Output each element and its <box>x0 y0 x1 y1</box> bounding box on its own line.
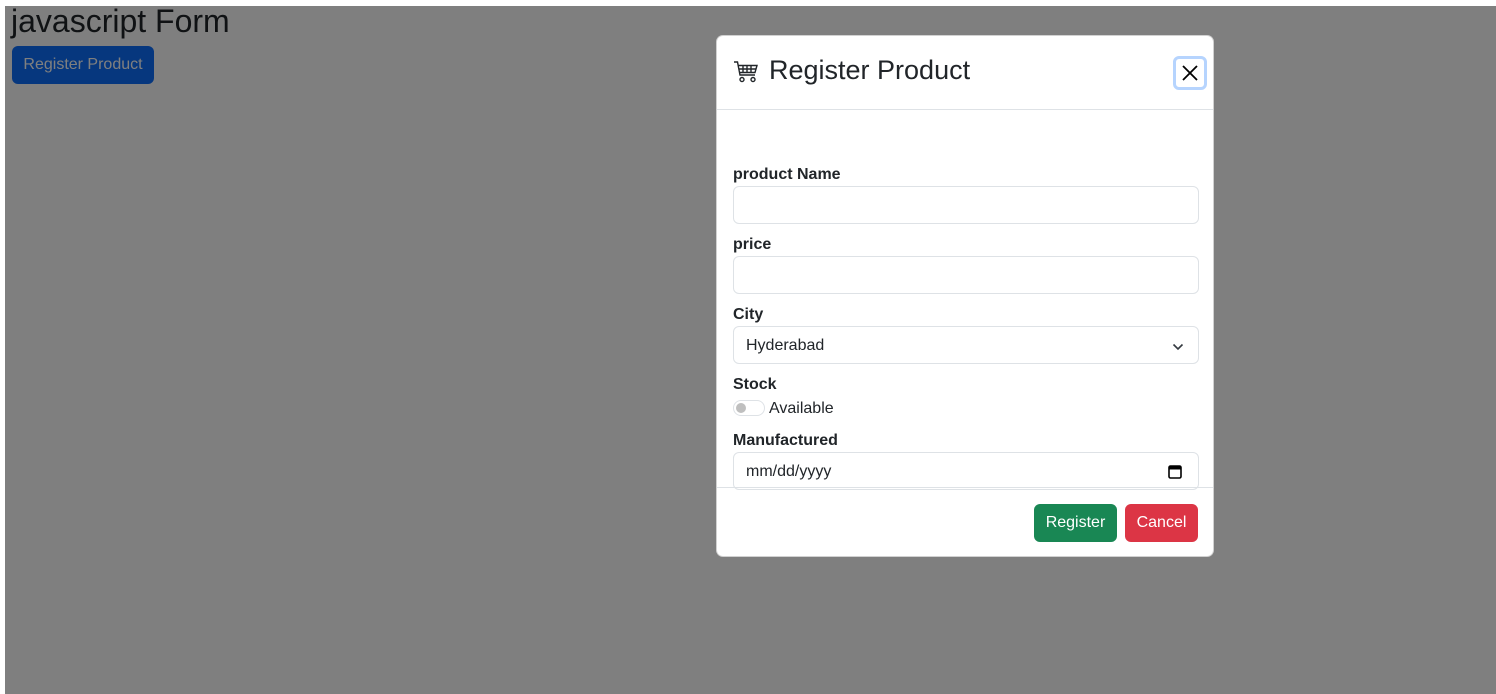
city-selected-value: Hyderabad <box>746 337 825 354</box>
modal-footer: Register Cancel <box>717 487 1213 556</box>
product-name-label: product Name <box>733 166 841 183</box>
price-label: price <box>733 236 772 253</box>
price-input[interactable] <box>733 256 1199 294</box>
page: javascript Form Register Product Registe… <box>0 0 1496 694</box>
modal-header: Register Product <box>717 36 1213 110</box>
city-select[interactable]: Hyderabad <box>733 326 1199 364</box>
date-placeholder: mm/dd/yyyy <box>746 463 832 480</box>
product-name-input[interactable] <box>733 186 1199 224</box>
switch-knob <box>736 403 746 413</box>
stock-available-label[interactable]: Available <box>769 399 834 419</box>
stock-label: Stock <box>733 376 777 393</box>
stock-available-switch[interactable] <box>733 400 765 416</box>
manufactured-date-input[interactable]: mm/dd/yyyy <box>733 452 1199 490</box>
cart-icon <box>733 59 759 85</box>
cancel-button[interactable]: Cancel <box>1125 504 1198 542</box>
register-product-modal: Register Product product Name price City… <box>716 35 1214 557</box>
calendar-icon[interactable] <box>1168 464 1182 484</box>
modal-title: Register Product <box>769 55 971 85</box>
city-label: City <box>733 306 764 323</box>
close-button[interactable] <box>1173 56 1207 90</box>
manufactured-label: Manufactured <box>733 432 838 449</box>
chevron-down-icon <box>1172 340 1184 358</box>
register-button[interactable]: Register <box>1034 504 1117 542</box>
